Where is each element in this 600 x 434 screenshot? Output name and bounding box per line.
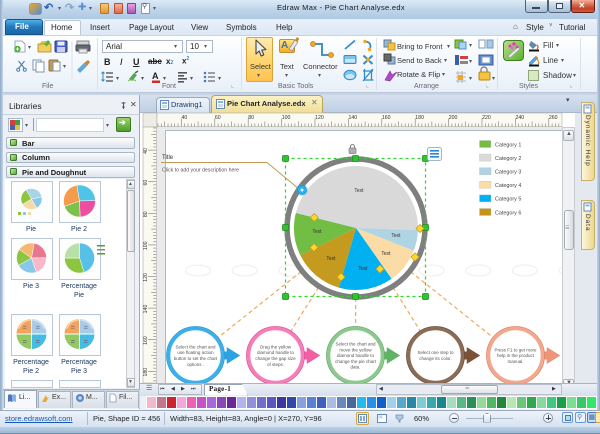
svg-text:help in the product: help in the product (497, 353, 535, 358)
svg-text:160: 160 (143, 336, 149, 345)
svg-text:Category 3: Category 3 (495, 170, 521, 176)
svg-text:180: 180 (415, 115, 424, 121)
svg-text:Category 1: Category 1 (495, 142, 521, 148)
svg-text:Pie 2: Pie 2 (71, 226, 87, 233)
svg-text:100: 100 (282, 115, 291, 121)
svg-text:options .: options . (187, 362, 204, 367)
svg-text:Select one step to: Select one step to (417, 350, 454, 355)
svg-text:move the yellow: move the yellow (339, 347, 372, 352)
svg-text:40: 40 (143, 148, 149, 154)
svg-text:Category 4: Category 4 (495, 183, 521, 189)
svg-text:80: 80 (248, 115, 254, 121)
svg-text:Pie: Pie (26, 226, 36, 233)
svg-text:260: 260 (549, 115, 558, 121)
svg-text:Category 6: Category 6 (495, 210, 521, 216)
svg-text:Pie: Pie (74, 292, 84, 299)
svg-text:140: 140 (349, 115, 358, 121)
svg-text:of steps.: of steps. (267, 362, 284, 367)
svg-text:60: 60 (215, 115, 221, 121)
svg-text:Pie 3: Pie 3 (71, 368, 87, 375)
svg-text:Text: Text (391, 233, 401, 239)
svg-text:Pie 3: Pie 3 (23, 283, 39, 290)
svg-text:data.: data. (350, 365, 360, 370)
svg-text:Percentage: Percentage (13, 359, 49, 366)
svg-text:220: 220 (482, 115, 491, 121)
svg-text:Text: Text (381, 251, 391, 257)
svg-text:Title: Title (162, 155, 174, 161)
svg-text:140: 140 (143, 305, 149, 314)
svg-text:Text: Text (312, 229, 322, 235)
svg-text:100: 100 (143, 241, 149, 250)
svg-text:Category 5: Category 5 (495, 197, 521, 203)
svg-text:Category 2: Category 2 (495, 156, 521, 162)
svg-text:manual.: manual. (507, 359, 523, 364)
svg-text:Drag the yellow: Drag the yellow (260, 344, 292, 349)
svg-text:180: 180 (143, 368, 149, 377)
svg-text:120: 120 (143, 273, 149, 282)
svg-text:160: 160 (382, 115, 391, 121)
svg-text:diamond handle to: diamond handle to (257, 350, 295, 355)
svg-text:change the gap size: change the gap size (255, 356, 296, 361)
svg-text:Percentage: Percentage (61, 359, 97, 366)
svg-text:Text: Text (358, 266, 368, 272)
svg-text:Select the chart and: Select the chart and (175, 344, 216, 349)
svg-text:Click to add your description: Click to add your description here (162, 168, 239, 174)
svg-text:Text: Text (326, 256, 336, 262)
svg-text:diamond handle to: diamond handle to (337, 353, 375, 358)
svg-text:200: 200 (449, 115, 458, 121)
svg-text:Select the chart and: Select the chart and (335, 342, 376, 347)
svg-text:button to set the chart: button to set the chart (174, 356, 218, 361)
svg-text:240: 240 (516, 115, 525, 121)
svg-text:change its color.: change its color. (419, 356, 452, 361)
svg-text:change the pie chart: change the pie chart (335, 359, 377, 364)
svg-text:use floating action: use floating action (177, 350, 214, 355)
svg-text:40: 40 (182, 115, 188, 121)
svg-text:80: 80 (143, 211, 149, 217)
svg-text:Press F1 to get more: Press F1 to get more (494, 347, 537, 352)
svg-text:Text: Text (354, 188, 364, 194)
svg-text:Percentage: Percentage (61, 283, 97, 290)
svg-text:120: 120 (315, 115, 324, 121)
svg-text:Pie 2: Pie 2 (23, 368, 39, 375)
svg-text:60: 60 (143, 180, 149, 186)
